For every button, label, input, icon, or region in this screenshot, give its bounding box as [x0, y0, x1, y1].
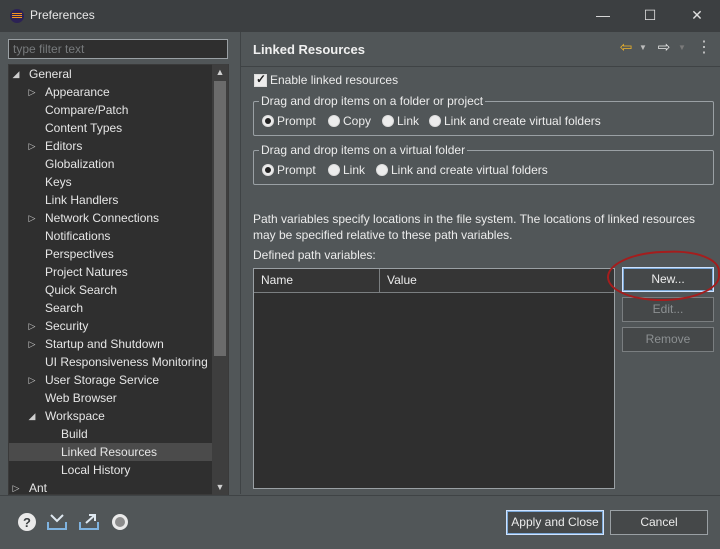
back-arrow-icon[interactable]: ⇦ — [616, 38, 636, 58]
collapsed-arrow-icon[interactable]: ▷ — [27, 137, 37, 155]
tree-item-build[interactable]: Build — [9, 425, 213, 443]
expanded-arrow-icon[interactable]: ◢ — [11, 65, 21, 83]
enable-linked-resources-label: Enable linked resources — [270, 73, 399, 87]
folder-drop-group-legend: Drag and drop items on a folder or proje… — [261, 94, 484, 108]
oomph-icon[interactable] — [110, 512, 130, 532]
scroll-up-arrow-icon[interactable]: ▲ — [212, 64, 228, 80]
tree-item-user-storage[interactable]: ▷ User Storage Service — [9, 371, 213, 389]
tree-item-linked-resources[interactable]: Linked Resources — [9, 443, 213, 461]
tree-item-editors[interactable]: ▷ Editors — [9, 137, 213, 155]
tree-item-keys[interactable]: Keys — [9, 173, 213, 191]
scroll-thumb[interactable] — [214, 81, 226, 356]
export-icon[interactable] — [78, 512, 99, 532]
import-icon[interactable] — [46, 512, 67, 532]
tree-item-notifications[interactable]: Notifications — [9, 227, 213, 245]
scroll-down-arrow-icon[interactable]: ▼ — [212, 479, 228, 495]
tree-item-search[interactable]: Search — [9, 299, 213, 317]
virtual-prompt-label: Prompt — [277, 163, 316, 177]
view-menu-icon[interactable]: ⋮ — [694, 38, 714, 58]
path-variables-table[interactable] — [253, 268, 615, 489]
virtual-drop-group-legend: Drag and drop items on a virtual folder — [261, 143, 466, 157]
svg-text:?: ? — [23, 515, 31, 530]
window-title: Preferences — [30, 8, 95, 22]
defined-path-variables-label: Defined path variables: — [253, 248, 376, 262]
folder-link-radio[interactable] — [382, 115, 394, 127]
forward-dropdown-icon[interactable]: ▼ — [676, 38, 688, 58]
tree-item-general[interactable]: ◢ General — [9, 65, 213, 83]
close-button[interactable]: ✕ — [674, 0, 720, 32]
folder-link-virtual-label: Link and create virtual folders — [444, 114, 601, 128]
folder-copy-label: Copy — [343, 114, 372, 128]
filter-input[interactable] — [8, 39, 228, 59]
minimize-button[interactable]: — — [580, 0, 626, 32]
virtual-link-virtual-radio[interactable] — [376, 164, 388, 176]
tree-item-local-history[interactable]: Local History — [9, 461, 213, 479]
virtual-prompt-radio[interactable] — [262, 164, 274, 176]
collapsed-arrow-icon[interactable]: ▷ — [27, 209, 37, 227]
red-highlight-annotation — [606, 249, 720, 303]
path-info-line-2: may be specified relative to these path … — [253, 228, 513, 242]
bottom-separator — [0, 495, 720, 496]
back-dropdown-icon[interactable]: ▼ — [637, 38, 649, 58]
column-divider[interactable] — [379, 269, 380, 293]
eclipse-app-icon — [10, 9, 24, 23]
collapsed-arrow-icon[interactable]: ▷ — [11, 479, 21, 494]
forward-arrow-icon[interactable]: ⇨ — [654, 38, 674, 58]
folder-prompt-radio[interactable] — [262, 115, 274, 127]
tree-item-network-connections[interactable]: ▷ Network Connections — [9, 209, 213, 227]
maximize-button[interactable]: ☐ — [627, 0, 673, 32]
tree-item-startup-shutdown[interactable]: ▷ Startup and Shutdown — [9, 335, 213, 353]
tree-item-workspace[interactable]: ◢ Workspace — [9, 407, 213, 425]
tree-item-appearance[interactable]: ▷ Appearance — [9, 83, 213, 101]
folder-link-virtual-radio[interactable] — [429, 115, 441, 127]
virtual-link-radio[interactable] — [328, 164, 340, 176]
collapsed-arrow-icon[interactable]: ▷ — [27, 83, 37, 101]
collapsed-arrow-icon[interactable]: ▷ — [27, 335, 37, 353]
tree-item-link-handlers[interactable]: Link Handlers — [9, 191, 213, 209]
virtual-link-virtual-label: Link and create virtual folders — [391, 163, 548, 177]
tree-item-ant[interactable]: ▷ Ant — [9, 479, 213, 494]
folder-prompt-label: Prompt — [277, 114, 316, 128]
table-header — [254, 269, 614, 293]
tree-item-content-types[interactable]: Content Types — [9, 119, 213, 137]
preferences-tree: ◢ General ▷ Appearance Compare/Patch Con… — [8, 64, 229, 495]
tree-item-globalization[interactable]: Globalization — [9, 155, 213, 173]
tree-item-project-natures[interactable]: Project Natures — [9, 263, 213, 281]
tree-item-perspectives[interactable]: Perspectives — [9, 245, 213, 263]
column-header-name[interactable]: Name — [261, 273, 293, 287]
folder-link-label: Link — [397, 114, 420, 128]
tree-item-quick-search[interactable]: Quick Search — [9, 281, 213, 299]
tree-item-web-browser[interactable]: Web Browser — [9, 389, 213, 407]
collapsed-arrow-icon[interactable]: ▷ — [27, 317, 37, 335]
remove-button[interactable]: Remove — [622, 327, 714, 352]
tree-item-security[interactable]: ▷ Security — [9, 317, 213, 335]
sash-divider[interactable] — [240, 32, 241, 494]
page-title: Linked Resources — [253, 42, 365, 57]
path-info-line-1: Path variables specify locations in the … — [253, 212, 695, 226]
apply-and-close-button[interactable]: Apply and Close — [506, 510, 604, 535]
expanded-arrow-icon[interactable]: ◢ — [27, 407, 37, 425]
collapsed-arrow-icon[interactable]: ▷ — [27, 371, 37, 389]
folder-copy-radio[interactable] — [328, 115, 340, 127]
tree-item-ui-responsiveness[interactable]: UI Responsiveness Monitoring — [9, 353, 213, 371]
enable-linked-resources-checkbox[interactable] — [254, 72, 267, 87]
column-header-value[interactable]: Value — [387, 273, 417, 287]
tree-item-compare-patch[interactable]: Compare/Patch — [9, 101, 213, 119]
cancel-button[interactable]: Cancel — [610, 510, 708, 535]
virtual-link-label: Link — [343, 163, 366, 177]
help-icon[interactable]: ? — [17, 512, 37, 532]
